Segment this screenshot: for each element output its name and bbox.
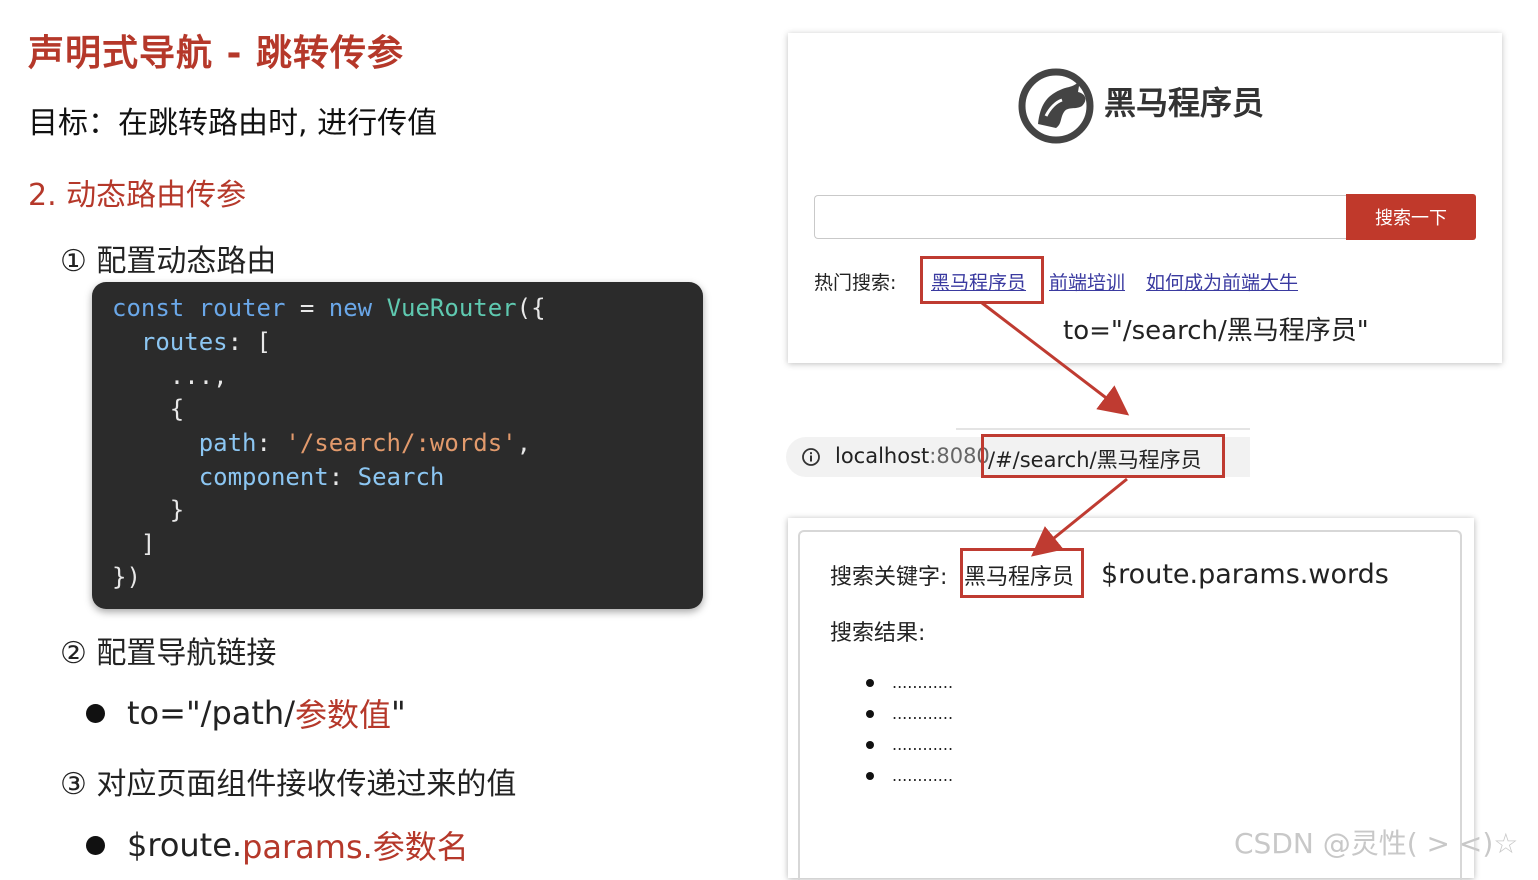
code-brace: { <box>169 395 185 423</box>
code-operator: = <box>285 294 329 322</box>
code-keyword: const <box>112 294 185 322</box>
bullet-to-path: to="/path/参数值 " <box>86 690 406 736</box>
step-3-label: ③ 对应页面组件接收传递过来的值 <box>60 767 517 802</box>
code-brace: }) <box>112 563 141 591</box>
result-item-text: ............ <box>892 673 954 692</box>
bullet-dot <box>866 771 874 780</box>
code-punct: : <box>328 463 358 491</box>
code-line-7: } <box>112 496 184 524</box>
watermark: CSDN @灵性( > <)☆ <box>1234 827 1519 860</box>
bullet-text-highlight: 参数值 <box>294 696 391 734</box>
step-1-label: ① 配置动态路由 <box>60 244 277 279</box>
code-property: routes <box>140 328 228 356</box>
code-value: Search <box>357 463 445 491</box>
bullet-text-prefix: $route. <box>127 826 243 864</box>
highlight-box <box>920 256 1044 304</box>
hot-search-label: 热门搜索: <box>814 272 897 294</box>
code-line-2: routes: [ <box>112 328 271 356</box>
bullet-dot <box>86 703 105 723</box>
code-ellipsis: ..., <box>169 362 228 390</box>
code-bracket: ] <box>140 530 156 558</box>
goal-text: 目标：在跳转路由时, 进行传值 <box>28 106 438 141</box>
slide-title: 声明式导航 - 跳转传参 <box>28 33 405 74</box>
step-2-label: ② 配置导航链接 <box>60 636 277 671</box>
keyword-label: 搜索关键字: <box>830 565 948 590</box>
result-item-text: ............ <box>892 766 954 785</box>
code-line-4: { <box>112 395 184 423</box>
code-punct: : [ <box>227 328 271 356</box>
result-item: ............ <box>866 673 953 692</box>
bullet-dot <box>86 835 105 855</box>
search-input[interactable] <box>814 195 1346 239</box>
code-line-5: path: '/search/:words', <box>112 429 531 457</box>
params-annotation: $route.params.words <box>1101 559 1389 590</box>
code-punct: : <box>256 429 286 457</box>
code-class: VueRouter <box>386 294 517 322</box>
hot-link-become-expert[interactable]: 如何成为前端大牛 <box>1146 268 1298 295</box>
highlight-box <box>960 548 1084 598</box>
code-string: '/search/:words' <box>285 429 517 457</box>
bullet-dot <box>866 678 874 687</box>
bullet-route-params: $route. params.参数名 <box>86 822 469 868</box>
bullet-dot <box>866 709 874 718</box>
code-property: path <box>198 429 257 457</box>
bullet-dot <box>866 740 874 749</box>
code-variable: router <box>198 294 286 322</box>
code-punct: ({ <box>516 294 546 322</box>
bullet-text-suffix: " <box>390 694 406 732</box>
code-block: const router = new VueRouter({ routes: [… <box>92 282 703 609</box>
code-line-3: ..., <box>112 362 228 390</box>
horse-logo-icon <box>1018 68 1094 144</box>
info-icon[interactable] <box>801 447 821 467</box>
to-annotation: to="/search/黑马程序员" <box>1063 316 1369 346</box>
code-line-1: const router = new VueRouter({ <box>112 294 546 322</box>
hot-link-frontend-training[interactable]: 前端培训 <box>1049 268 1125 295</box>
code-line-6: component: Search <box>112 463 445 491</box>
result-item: ............ <box>866 704 953 723</box>
code-brace: } <box>169 496 185 524</box>
results-label: 搜索结果: <box>830 621 926 646</box>
code-punct: , <box>516 429 532 457</box>
code-keyword: new <box>328 294 373 322</box>
address-bar-divider <box>956 428 1250 430</box>
url-hostname: localhost <box>835 444 930 468</box>
code-line-9: }) <box>112 563 141 591</box>
bullet-text-prefix: to="/path/ <box>127 694 295 732</box>
section-heading: 2. 动态路由传参 <box>28 178 247 213</box>
result-item: ............ <box>866 766 953 785</box>
result-item-text: ............ <box>892 735 954 754</box>
result-item-text: ............ <box>892 704 954 723</box>
url-host: localhost:8080 <box>835 444 990 468</box>
search-button[interactable]: 搜索一下 <box>1346 194 1476 240</box>
bullet-text-highlight: params.参数名 <box>242 828 469 866</box>
code-property: component <box>198 463 329 491</box>
highlight-box <box>981 434 1225 478</box>
code-line-8: ] <box>112 530 155 558</box>
brand-name: 黑马程序员 <box>1104 84 1265 122</box>
result-item: ............ <box>866 735 953 754</box>
